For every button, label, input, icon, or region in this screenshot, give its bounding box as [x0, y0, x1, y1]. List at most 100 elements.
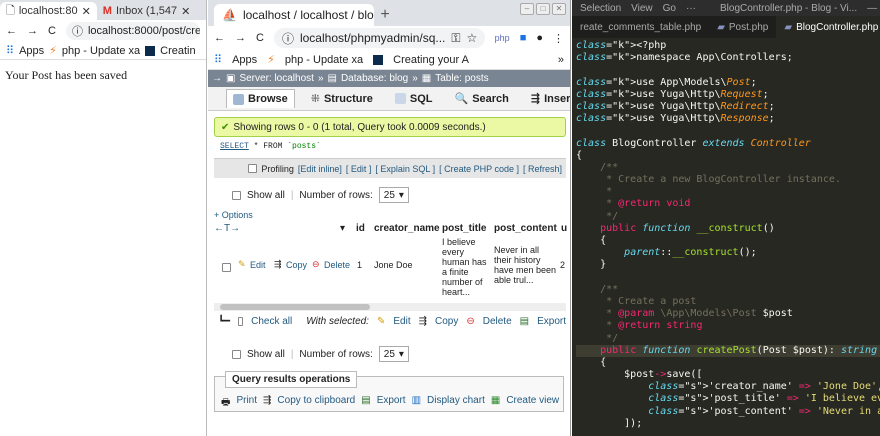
col-creator-name[interactable]: creator_name — [374, 223, 440, 234]
minimize-icon[interactable]: – — [520, 3, 534, 15]
menu-icon[interactable]: ⋮ — [553, 32, 564, 45]
horizontal-scrollbar[interactable] — [214, 303, 566, 311]
close-window-icon[interactable]: ✕ — [552, 3, 566, 15]
code-line[interactable]: { — [576, 357, 880, 369]
col-id[interactable]: id — [356, 223, 365, 234]
maximize-icon[interactable]: □ — [536, 3, 550, 15]
sql-keyword[interactable]: SELECT — [220, 142, 249, 151]
reload-icon[interactable]: C — [48, 25, 56, 37]
export-link[interactable]: Export — [377, 395, 406, 412]
bookmark-apps[interactable]: Apps — [232, 54, 257, 66]
bookmark-creating[interactable]: Creatin — [160, 45, 195, 57]
code-line[interactable]: { — [576, 150, 880, 162]
code-area[interactable]: class="k"><?php class="k">namespace App\C… — [576, 40, 880, 430]
menu-selection[interactable]: Selection — [580, 3, 621, 14]
left-tab-inbox[interactable]: M Inbox (1,547 ✕ — [97, 2, 197, 20]
bulk-copy-link[interactable]: Copy — [435, 316, 458, 327]
code-line[interactable]: class="k">use Yuga\Http\Response; — [576, 113, 880, 125]
print-link[interactable]: Print — [236, 395, 257, 412]
row-checkbox[interactable] — [222, 263, 231, 272]
check-all-link[interactable]: Check all — [251, 316, 292, 327]
editor-tab-post[interactable]: ▰ Post.php — [709, 16, 776, 38]
code-line[interactable]: * @return string — [576, 320, 880, 332]
left-address-bar[interactable]: ⓘ localhost:8000/post/create — [65, 22, 200, 40]
bookmark-php[interactable]: php - Update xa — [62, 45, 140, 57]
tab-search[interactable]: 🔍 Search — [449, 89, 515, 108]
code-line[interactable]: class="k">use Yuga\Http\Redirect; — [576, 101, 880, 113]
more-bookmarks-icon[interactable]: » — [558, 54, 564, 66]
breadcrumb-database[interactable]: Database: blog — [341, 73, 408, 84]
code-line[interactable] — [576, 125, 880, 137]
bookmark-apps[interactable]: Apps — [19, 45, 44, 57]
code-line[interactable]: class BlogController extends Controller — [576, 138, 880, 150]
options-link[interactable]: + Options — [214, 210, 253, 220]
code-line[interactable]: */ — [576, 333, 880, 345]
tab-insert[interactable]: ⇶ Insert — [525, 89, 570, 108]
sort-arrows-icon[interactable]: ←T→ — [214, 223, 240, 234]
col-post-title[interactable]: post_title — [442, 223, 486, 234]
create-php-code-link[interactable]: [ Create PHP code ] — [439, 164, 519, 174]
col-post-content[interactable]: post_content — [494, 223, 557, 234]
code-line[interactable]: /** — [576, 284, 880, 296]
bookmark-php[interactable]: php - Update xa — [285, 54, 363, 66]
edit-inline-link[interactable]: [Edit inline] — [298, 164, 342, 174]
sort-menu-icon[interactable]: ▾ — [340, 223, 345, 234]
col-updated[interactable]: u — [561, 223, 567, 234]
extension-icon[interactable]: ■ — [520, 32, 527, 44]
left-tab-localhost[interactable]: 🗋 localhost:80 ✕ — [0, 2, 97, 20]
code-line[interactable]: class="s">'post_content' => 'Never in al… — [576, 406, 880, 418]
code-line[interactable]: /** — [576, 162, 880, 174]
back-icon[interactable]: ← — [6, 25, 17, 37]
key-icon[interactable]: ⚿ — [451, 31, 460, 46]
code-line[interactable]: class="s">'creator_name' => 'Jone Doe', — [576, 381, 880, 393]
bulk-delete-link[interactable]: Delete — [483, 316, 512, 327]
code-line[interactable]: public function createPost(Post $post): … — [576, 344, 880, 357]
code-line[interactable]: */ — [576, 211, 880, 223]
num-rows-select[interactable]: 25 ▾ — [378, 346, 409, 362]
code-line[interactable]: public function __construct() — [576, 223, 880, 235]
show-all-checkbox[interactable] — [232, 190, 241, 200]
menu-view[interactable]: View — [631, 3, 653, 14]
code-line[interactable]: class="k"><?php — [576, 40, 880, 52]
code-line[interactable]: class="s">'post_title' => 'I believe eve… — [576, 393, 880, 405]
create-view-link[interactable]: Create view — [506, 395, 559, 412]
code-line[interactable]: * Create a new BlogController instance. — [576, 174, 880, 186]
row-copy-link[interactable]: Copy — [286, 260, 307, 270]
reload-icon[interactable]: C — [256, 32, 264, 44]
forward-icon[interactable]: → — [27, 25, 38, 37]
code-line[interactable]: ]); — [576, 418, 880, 430]
tab-structure[interactable]: ⁜ Structure — [305, 89, 379, 108]
copy-clipboard-link[interactable]: Copy to clipboard — [277, 395, 355, 412]
mid-tab-phpmyadmin[interactable]: ⛵ localhost / localhost / blo ✕ — [214, 4, 374, 26]
minimize-icon[interactable]: — — [867, 3, 877, 14]
check-all-checkbox[interactable] — [238, 316, 244, 326]
refresh-link[interactable]: [ Refresh] — [523, 164, 562, 174]
editor-tab-migration[interactable]: reate_comments_table.php — [572, 16, 709, 38]
code-line[interactable]: * Create a post — [576, 296, 880, 308]
num-rows-select[interactable]: 25 ▾ — [378, 187, 409, 203]
collapse-icon[interactable]: → — [212, 73, 222, 84]
bookmark-creating[interactable]: Creating your A — [393, 54, 469, 66]
code-line[interactable]: class="k">use Yuga\Http\Request; — [576, 89, 880, 101]
display-chart-link[interactable]: Display chart — [427, 395, 485, 412]
close-icon[interactable]: ✕ — [181, 5, 190, 18]
editor-tab-blogcontroller[interactable]: ▰BlogController.php✕ — [776, 16, 880, 38]
code-line[interactable]: } — [576, 259, 880, 271]
scrollbar-thumb[interactable] — [220, 304, 370, 310]
profiling-checkbox[interactable] — [248, 164, 258, 173]
code-line[interactable]: * @return void — [576, 198, 880, 210]
code-line[interactable]: parent::__construct(); — [576, 247, 880, 259]
bulk-edit-link[interactable]: Edit — [393, 316, 410, 327]
code-line[interactable]: class="k">use App\Models\Post; — [576, 77, 880, 89]
explain-sql-link[interactable]: [ Explain SQL ] — [375, 164, 435, 174]
extension-icon[interactable]: php — [495, 33, 510, 43]
menu-more[interactable]: ··· — [686, 3, 696, 14]
new-tab-button[interactable]: + — [374, 4, 396, 26]
code-line[interactable] — [576, 64, 880, 76]
tab-sql[interactable]: SQL — [389, 90, 439, 108]
show-all-checkbox[interactable] — [232, 349, 241, 359]
mid-address-bar[interactable]: ⓘ localhost/phpmyadmin/sq... ⚿ ☆ — [273, 28, 485, 48]
code-line[interactable]: * — [576, 186, 880, 198]
star-icon[interactable]: ☆ — [467, 31, 478, 45]
back-icon[interactable]: ← — [214, 32, 225, 44]
